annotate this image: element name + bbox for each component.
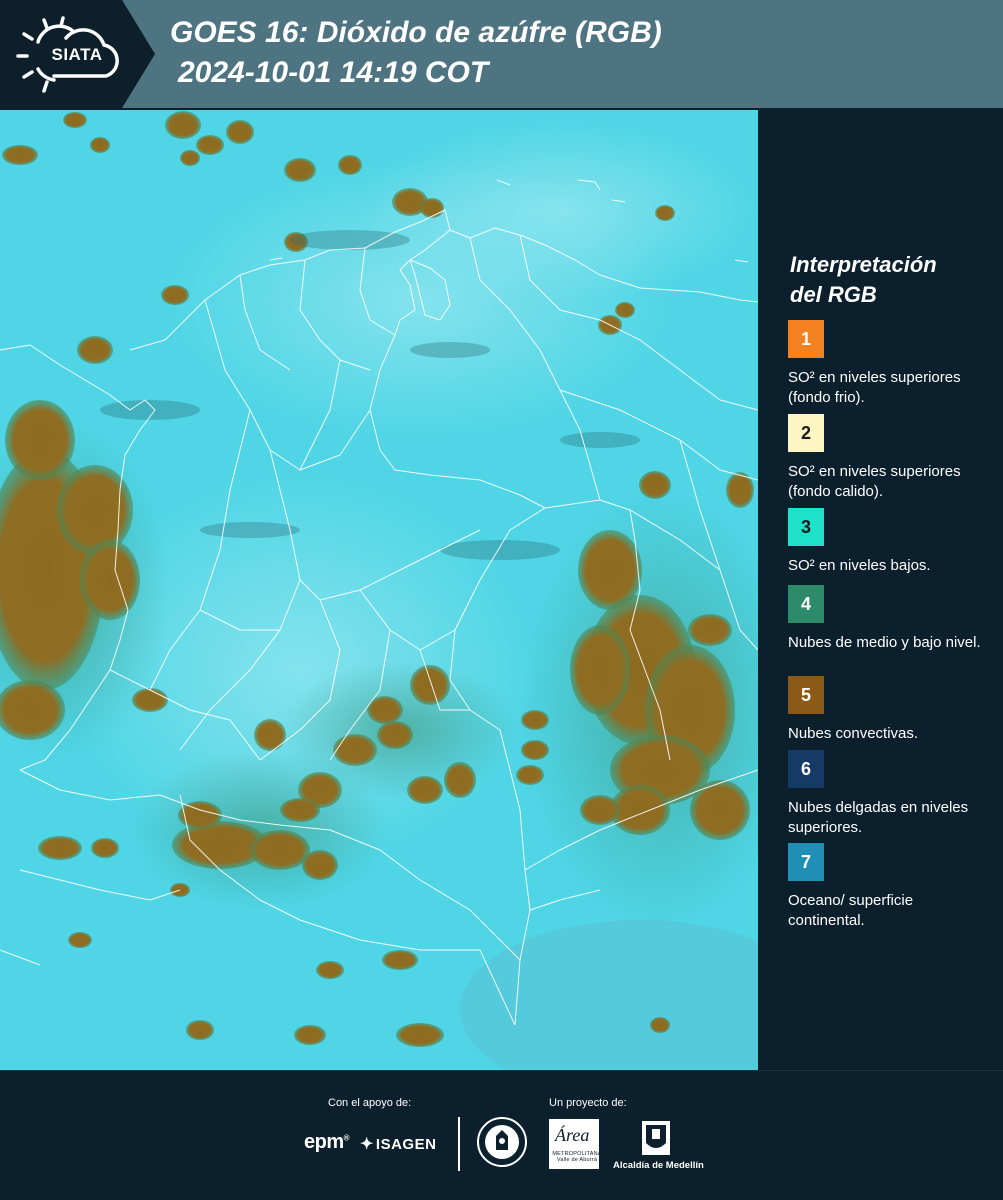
legend-swatch: 6	[788, 750, 824, 788]
legend-label: SO² en niveles superiores (fondo frio).	[788, 369, 961, 406]
isagen-logo: ✦ ISAGEN	[360, 1134, 436, 1154]
legend-title-line1: Interpretación	[790, 252, 937, 277]
epm-logo-text: epm	[304, 1131, 344, 1153]
siata-logo: SIATA	[14, 14, 126, 94]
alcaldia-label: Alcaldía de Medellín	[613, 1160, 704, 1171]
support-label: Con el apoyo de:	[328, 1097, 412, 1109]
isagen-logo-text: ISAGEN	[375, 1136, 437, 1153]
legend-swatch: 7	[788, 843, 824, 881]
legend-title-line2: del RGB	[790, 282, 877, 307]
legend: Interpretación del RGB	[776, 250, 991, 310]
legend-label: Oceano/ superficie continental.	[788, 892, 914, 929]
legend-item: 5 Nubes convectivas.	[788, 676, 988, 744]
page-title: GOES 16: Dióxido de azúfre (RGB)	[170, 16, 662, 49]
footer-divider	[458, 1117, 460, 1171]
medellin-seal-icon	[476, 1116, 528, 1168]
area-logo-subtext: METROPOLITANA Valle de Aburrá	[552, 1151, 602, 1163]
legend-swatch: 4	[788, 585, 824, 623]
siata-logo-text: SIATA	[51, 45, 103, 64]
legend-item: 6 Nubes delgadas en niveles superiores.	[788, 750, 988, 838]
legend-item: 1 SO² en niveles superiores (fondo frio).	[788, 320, 988, 408]
project-label: Un proyecto de:	[549, 1097, 627, 1109]
legend-swatch: 2	[788, 414, 824, 452]
header: SIATA GOES 16: Dióxido de azúfre (RGB) 2…	[0, 0, 1003, 108]
legend-item: 2 SO² en niveles superiores (fondo calido…	[788, 414, 988, 502]
legend-swatch: 1	[788, 320, 824, 358]
satellite-map-svg	[0, 110, 758, 1070]
footer: Con el apoyo de: Un proyecto de: epm® ✦ I…	[0, 1070, 1003, 1200]
legend-label: Nubes delgadas en niveles superiores.	[788, 799, 969, 836]
satellite-map[interactable]	[0, 110, 758, 1070]
legend-item: 4 Nubes de medio y bajo nivel.	[788, 585, 988, 653]
legend-swatch: 3	[788, 508, 824, 546]
legend-item: 3 SO² en niveles bajos.	[788, 508, 988, 576]
area-logo-text: Área	[555, 1125, 590, 1145]
page-datetime: 2024-10-01 14:19 COT	[178, 56, 489, 89]
legend-label: SO² en niveles superiores (fondo calido)…	[788, 463, 961, 500]
alcaldia-shield-icon	[636, 1119, 676, 1163]
area-metropolitana-logo: Área METROPOLITANA Valle de Aburrá	[549, 1119, 601, 1171]
epm-logo: epm®	[304, 1131, 350, 1153]
legend-label: Nubes convectivas.	[788, 725, 919, 742]
legend-label: SO² en niveles bajos.	[788, 557, 931, 574]
isagen-mark-icon: ✦	[360, 1136, 374, 1153]
legend-label: Nubes de medio y bajo nivel.	[788, 634, 981, 651]
legend-item: 7 Oceano/ superficie continental.	[788, 843, 988, 931]
logo-panel: SIATA	[0, 0, 155, 108]
legend-swatch: 5	[788, 676, 824, 714]
